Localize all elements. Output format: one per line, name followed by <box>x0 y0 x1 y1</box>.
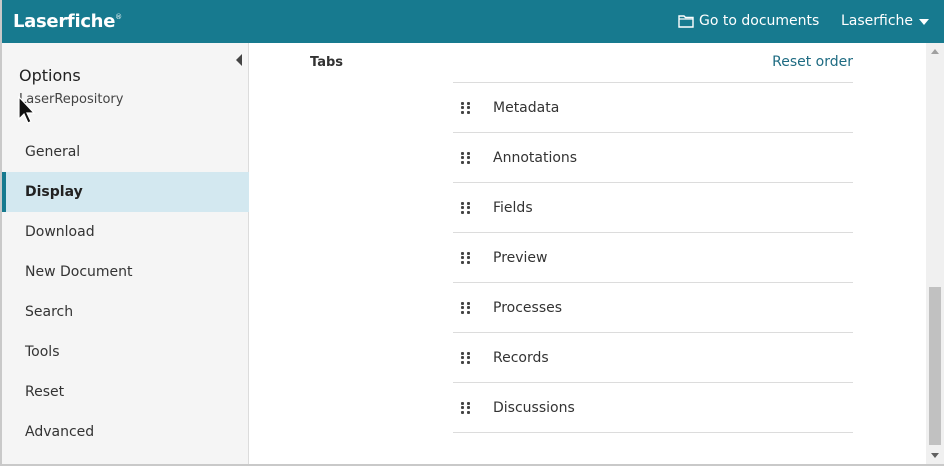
drag-handle-icon[interactable] <box>461 401 471 414</box>
tab-row-annotations[interactable]: Annotations <box>453 133 853 183</box>
drag-handle-icon[interactable] <box>461 251 471 264</box>
sidebar-title: Options <box>19 66 81 85</box>
tab-name: Annotations <box>493 149 578 166</box>
go-to-documents-label: Go to documents <box>699 13 820 29</box>
logo-text: Laserfiche <box>13 11 116 32</box>
go-to-documents-link[interactable]: Go to documents <box>678 13 819 29</box>
chevron-down-icon <box>919 19 930 25</box>
drag-handle-icon[interactable] <box>461 351 471 364</box>
sidebar-item-tools[interactable]: Tools <box>2 332 249 372</box>
tab-row-processes[interactable]: Processes <box>453 283 853 333</box>
tab-row-preview[interactable]: Preview <box>453 233 853 283</box>
app-window: Laserfiche® Go to documents Laserfiche O… <box>0 0 944 466</box>
sidebar-item-new-document[interactable]: New Document <box>2 252 249 292</box>
tab-row-fields[interactable]: Fields <box>453 183 853 233</box>
tab-name: Discussions <box>493 399 575 416</box>
repository-name: LaserRepository <box>19 92 124 107</box>
top-header-bar: Laserfiche® Go to documents Laserfiche <box>2 0 944 43</box>
folder-icon <box>678 15 694 28</box>
user-menu-label: Laserfiche <box>841 13 914 29</box>
tab-order-list: Metadata Annotations Fields Preview Proc… <box>453 82 853 433</box>
logo-registered-mark: ® <box>115 13 122 21</box>
scrollbar-thumb[interactable] <box>929 287 941 445</box>
drag-handle-icon[interactable] <box>461 101 471 114</box>
tab-row-discussions[interactable]: Discussions <box>453 383 853 433</box>
tab-name: Fields <box>493 199 533 216</box>
scroll-up-icon[interactable] <box>931 49 939 54</box>
sidebar-item-search[interactable]: Search <box>2 292 249 332</box>
sidebar-item-reset[interactable]: Reset <box>2 372 249 412</box>
sidebar-item-download[interactable]: Download <box>2 212 249 252</box>
tab-name: Processes <box>493 299 563 316</box>
options-content: Tabs Reset order Metadata Annotations Fi… <box>250 43 926 464</box>
tab-name: Records <box>493 349 549 366</box>
sidebar-item-general[interactable]: General <box>2 132 249 172</box>
tabs-section-label: Tabs <box>310 55 344 70</box>
laserfiche-logo[interactable]: Laserfiche® <box>13 11 122 32</box>
tab-row-metadata[interactable]: Metadata <box>453 83 853 133</box>
tab-name: Metadata <box>493 99 560 116</box>
drag-handle-icon[interactable] <box>461 301 471 314</box>
options-nav: General Display Download New Document Se… <box>2 132 249 452</box>
user-menu-dropdown[interactable]: Laserfiche <box>841 13 930 29</box>
tab-name: Preview <box>493 249 548 266</box>
tab-row-records[interactable]: Records <box>453 333 853 383</box>
options-sidebar: Options LaserRepository General Display … <box>2 43 249 464</box>
sidebar-item-display[interactable]: Display <box>2 172 249 212</box>
sidebar-item-advanced[interactable]: Advanced <box>2 412 249 452</box>
scroll-down-icon[interactable] <box>931 453 939 458</box>
collapse-left-icon[interactable] <box>236 54 242 66</box>
drag-handle-icon[interactable] <box>461 151 471 164</box>
vertical-scrollbar[interactable] <box>926 43 944 464</box>
reset-order-link[interactable]: Reset order <box>772 54 853 70</box>
drag-handle-icon[interactable] <box>461 201 471 214</box>
